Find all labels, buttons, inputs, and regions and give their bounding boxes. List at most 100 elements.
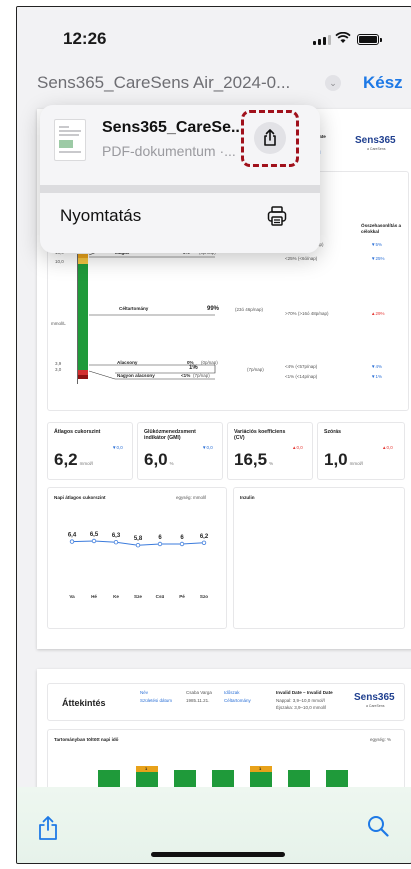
x-tick-label: Sze [134, 594, 142, 599]
overview-value: Éjszaka: 3,9–10,0 mmol/l [276, 705, 327, 710]
stat-label: Glükózmenedzsment indikátor (GMI) [144, 429, 196, 441]
data-label: 6,5 [90, 532, 99, 538]
file-name: Sens365_CareSe... [102, 119, 245, 136]
print-icon [266, 205, 288, 232]
print-label: Nyomtatás [60, 206, 142, 225]
data-point [91, 538, 97, 544]
stat-trend: ▲0,0 [292, 445, 303, 450]
x-tick-label: Csü [156, 594, 165, 599]
tick-10-0: 10,0 [55, 259, 64, 264]
x-tick-label: Szo [200, 594, 208, 599]
tick-3-9: 3,9 [55, 361, 62, 366]
status-time: 12:26 [63, 29, 107, 48]
insulin-panel: Inzulin [233, 487, 405, 629]
x-tick-label: Ke [113, 594, 119, 599]
stat-card-sd: Szórás 1,0 mmol/l ▲0,0 [317, 422, 405, 480]
x-tick-label: Hé [91, 594, 97, 599]
share-popover: Sens365_CareSe... PDF-dokumentum ·... Ny… [40, 105, 320, 253]
file-type: PDF-dokumentum ·... [102, 143, 236, 159]
stat-label: Variációs koefficiens (CV) [234, 429, 286, 441]
document-title[interactable]: Sens365_CareSens Air_2024-0... [37, 73, 290, 93]
overview-label: Időszak [224, 690, 240, 695]
stat-card-cv: Variációs koefficiens (CV) 16,5% ▲0,0 [227, 422, 313, 480]
row-compare: ▲29% [371, 311, 385, 316]
signal-icon [313, 35, 331, 45]
data-point [179, 541, 185, 547]
data-label: 6 [158, 535, 162, 541]
data-point [157, 541, 163, 547]
row-target: >70% (>16ó 48p/nap) [285, 311, 329, 316]
stat-value: 6,0% [144, 450, 174, 469]
stat-label: Szórás [324, 429, 342, 435]
row-compare: ▼25% [371, 256, 385, 261]
tir-marker: 1 [145, 766, 148, 771]
y-axis-label: mmol/L [51, 321, 66, 326]
share-icon[interactable] [37, 815, 59, 846]
pdf-page-2[interactable]: Áttekintés Név Születési dátum Csaba Var… [37, 669, 411, 789]
stat-card-avg: Átlagos cukorszint 6,2 mmol/l ▼0,0 [47, 422, 133, 480]
daily-avg-panel: Napi átlagos cukorszint egység: mmol/l 6… [47, 487, 227, 629]
overview-value: Csaba Varga [186, 690, 212, 695]
overview-value: 1985.11.21. [186, 698, 210, 703]
overview-label: Születési dátum [140, 698, 173, 703]
bottom-toolbar [17, 787, 411, 863]
phone-screen: 12:26 Sens365_CareSens Air_2024-0... ⌄ K… [16, 6, 411, 864]
overview-label: Név [140, 690, 149, 695]
data-point [69, 539, 75, 544]
row-target: <4% (<57p/nap) [285, 364, 318, 369]
done-button[interactable]: Kész [363, 73, 403, 93]
search-icon[interactable] [367, 815, 389, 842]
row-target: <1% (<14p/nap) [285, 374, 318, 379]
daily-tir-unit: egység: % [370, 737, 392, 742]
daily-tir-panel: Tartományban töltött napi idő egység: % … [47, 729, 405, 789]
overview-title: Áttekintés [62, 698, 106, 708]
brand-sub: a CareSens [366, 704, 385, 708]
file-info-row[interactable]: Sens365_CareSe... PDF-dokumentum ·... [40, 105, 320, 185]
overview-header: Áttekintés Név Születési dátum Csaba Var… [47, 683, 405, 721]
wifi-icon [335, 31, 351, 47]
data-label: 6,4 [68, 533, 77, 539]
data-point [135, 543, 141, 548]
brand-logo: Sens365 [355, 135, 396, 146]
tir-marker: 1 [259, 766, 262, 771]
row-compare: ▼4% [371, 364, 382, 369]
data-point [201, 540, 207, 545]
insulin-title: Inzulin [240, 495, 255, 500]
row-target: <25% (<6ó/nap) [285, 256, 318, 261]
stat-trend: ▼0,0 [202, 445, 213, 450]
overview-value: Nappal: 3,9–10,0 mmol/l [276, 698, 325, 703]
stat-trend: ▲0,0 [382, 445, 393, 450]
overview-value: Invalid Date – Invalid Date [276, 690, 333, 695]
stat-value: 6,2 mmol/l [54, 450, 93, 469]
stat-label: Átlagos cukorszint [54, 429, 101, 435]
tick-3-0: 3,0 [55, 367, 62, 372]
battery-icon [357, 34, 382, 45]
home-indicator[interactable] [151, 852, 285, 857]
chevron-down-icon[interactable]: ⌄ [325, 75, 341, 91]
stat-value: 16,5% [234, 450, 274, 469]
print-menu-item[interactable]: Nyomtatás [40, 193, 320, 253]
daily-tir-title: Tartományban töltött napi idő [54, 737, 119, 742]
brand-logo: Sens365 [354, 692, 395, 703]
document-header: Sens365_CareSens Air_2024-0... ⌄ Kész [17, 65, 411, 105]
col-compare-header: Összehasonlítás a célokkal [361, 223, 402, 234]
row-compare: ▼5% [371, 242, 382, 247]
data-label: 6,3 [112, 533, 121, 539]
data-label: 5,8 [134, 536, 143, 542]
row-compare: ▼1% [371, 374, 382, 379]
x-tick-label: Va [69, 594, 75, 599]
data-point [113, 540, 119, 545]
status-bar: 12:26 [17, 7, 411, 59]
data-label: 6 [180, 535, 184, 541]
data-label: 6,2 [200, 534, 209, 540]
daily-avg-chart: 6,4 Va 6,5 Hé 6,3 Ke 5,8 Sze 6 Csü 6 Pé 6,2 Szo [68, 532, 209, 599]
overview-label: Céltartomány [224, 698, 251, 703]
highlight-box [241, 110, 299, 167]
brand-sub: a CareSens [367, 147, 386, 151]
range-connectors [88, 244, 216, 380]
range-strip [77, 254, 88, 384]
stat-trend: ▼0,0 [112, 445, 123, 450]
stat-value: 1,0 mmol/l [324, 450, 363, 469]
x-tick-label: Pé [179, 594, 185, 599]
file-thumbnail [54, 119, 86, 161]
